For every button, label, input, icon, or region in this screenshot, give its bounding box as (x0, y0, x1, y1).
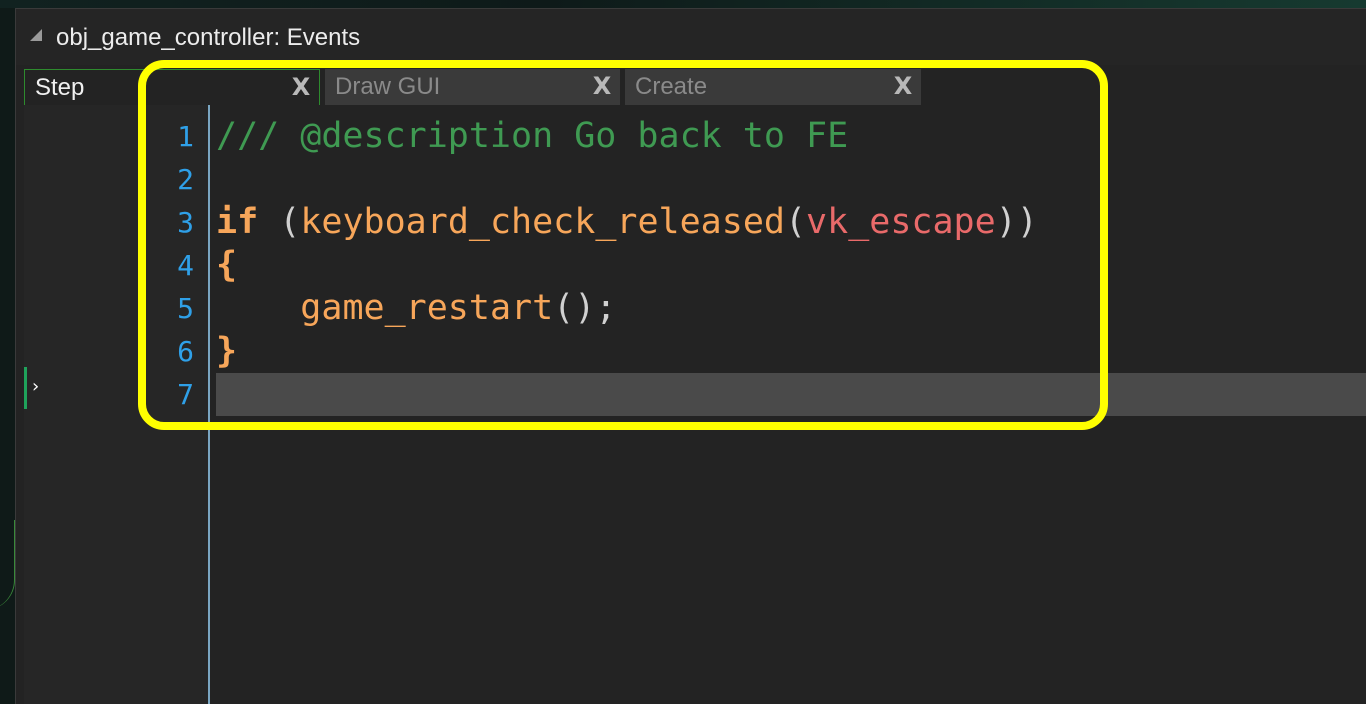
code-editor-window: obj_game_controller: Events Step X Draw … (15, 8, 1366, 704)
code-token-punc: )) (995, 202, 1038, 242)
current-code-line[interactable] (216, 373, 1366, 416)
code-token-kw: if (216, 202, 259, 242)
collapse-grip-icon[interactable] (30, 29, 42, 41)
code-token-punc: ( (258, 202, 301, 242)
code-token-comment: /// @description Go back to FE (216, 116, 849, 156)
code-token-brace: } (216, 331, 238, 371)
code-token-func: keyboard_check_released (300, 202, 785, 242)
code-editor[interactable]: › 1 2 3 4 5 6 7 /// @description Go back to FE… (24, 105, 1366, 704)
line-number: 4 (177, 249, 194, 282)
code-token-punc: ( (784, 202, 807, 242)
line-number: 5 (177, 292, 194, 325)
tab-label: Step (35, 74, 85, 101)
desktop-background-top (0, 0, 1366, 8)
code-token-const: vk_escape (806, 202, 996, 242)
event-tab-strip: Step X Draw GUI X Create X (24, 69, 1366, 105)
line-number: 3 (177, 206, 194, 239)
x-close-icon[interactable]: X (891, 74, 915, 98)
line-number: 2 (177, 163, 194, 196)
x-close-icon[interactable]: X (590, 74, 614, 98)
editor-gutter[interactable]: › 1 2 3 4 5 6 7 (24, 105, 210, 704)
code-text-area[interactable]: /// @description Go back to FE if (keyboa… (216, 115, 1366, 416)
current-line-marker (24, 367, 27, 409)
window-title: obj_game_controller: Events (56, 24, 361, 51)
tab-label: Create (635, 73, 708, 100)
line-numbers: 1 2 3 4 5 6 7 (154, 115, 194, 416)
code-line[interactable]: { (216, 244, 1366, 287)
code-line[interactable] (216, 158, 1366, 201)
code-token-brace: { (216, 245, 238, 285)
window-titlebar[interactable]: obj_game_controller: Events (16, 9, 1366, 65)
code-token-func: game_restart (300, 288, 554, 328)
tab-create[interactable]: Create X (625, 69, 921, 105)
code-token-punc: (); (553, 288, 617, 328)
current-line-arrow-icon: › (30, 376, 41, 397)
line-number: 7 (177, 378, 194, 411)
code-line[interactable]: if (keyboard_check_released(vk_escape)) (216, 201, 1366, 244)
code-token-punc (216, 288, 300, 328)
line-number: 1 (177, 120, 194, 153)
tab-label: Draw GUI (335, 73, 441, 100)
code-line[interactable]: } (216, 330, 1366, 373)
tab-step[interactable]: Step X (24, 69, 320, 105)
tab-draw-gui[interactable]: Draw GUI X (325, 69, 620, 105)
code-line[interactable]: /// @description Go back to FE (216, 115, 1366, 158)
line-number: 6 (177, 335, 194, 368)
x-close-icon[interactable]: X (289, 75, 313, 99)
code-line[interactable]: game_restart(); (216, 287, 1366, 330)
